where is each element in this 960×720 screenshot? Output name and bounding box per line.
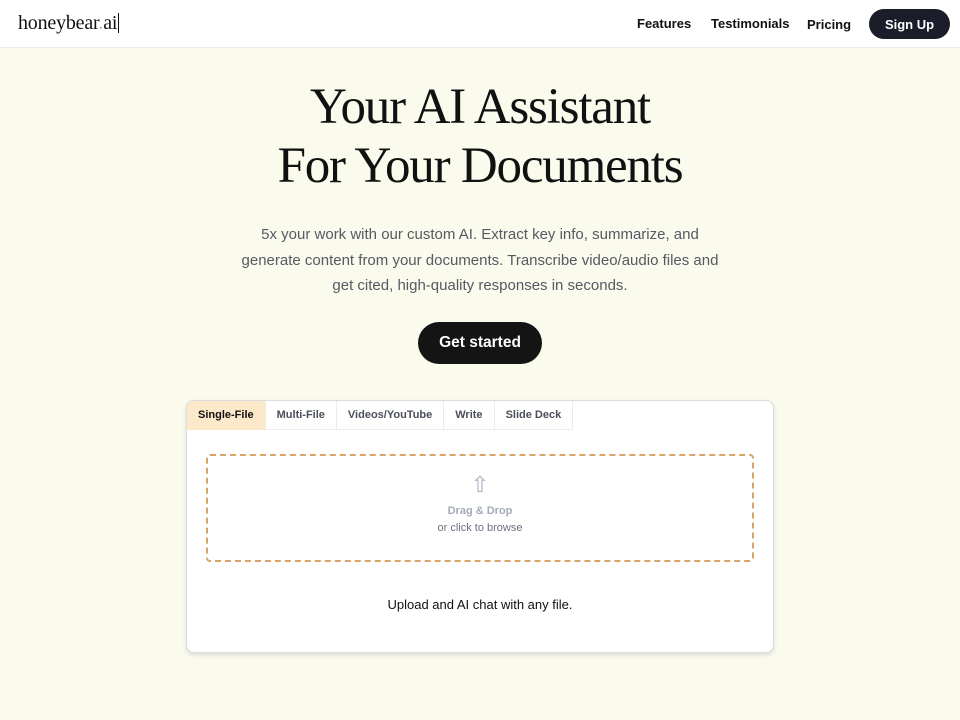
get-started-button[interactable]: Get started — [418, 322, 542, 364]
tab-single-file[interactable]: Single-File — [187, 401, 266, 430]
tab-slide-deck[interactable]: Slide Deck — [494, 401, 574, 430]
upload-arrow-icon: ⇧ — [470, 472, 490, 497]
hero-title-line-2: For Your Documents — [277, 138, 684, 194]
browse-hint: or click to browse — [437, 522, 523, 534]
logo-tld: ai — [103, 12, 118, 34]
upload-card: Single-File Multi-File Videos/YouTube Wr… — [186, 400, 774, 653]
nav-link-features[interactable]: Features — [637, 16, 691, 31]
sign-up-button[interactable]: Sign Up — [869, 9, 950, 39]
hero-subtitle: 5x your work with our custom AI. Extract… — [241, 226, 719, 294]
logo-name: honeybear — [18, 12, 99, 34]
upload-caption: Upload and AI chat with any file. — [387, 597, 573, 612]
hero-title-line-1: Your AI Assistant — [309, 79, 651, 135]
upload-mode-tabs: Single-File Multi-File Videos/YouTube Wr… — [187, 401, 574, 430]
nav-link-testimonials[interactable]: Testimonials — [711, 16, 790, 31]
nav-link-pricing[interactable]: Pricing — [807, 17, 851, 32]
tab-write[interactable]: Write — [444, 401, 495, 430]
logo[interactable]: honeybear.ai — [18, 12, 120, 35]
drag-drop-label: Drag & Drop — [447, 505, 513, 517]
top-navbar: honeybear.ai Features Testimonials Prici… — [0, 0, 960, 48]
tab-multi-file[interactable]: Multi-File — [265, 401, 337, 430]
file-dropzone[interactable]: ⇧ Drag & Drop or click to browse — [206, 454, 754, 562]
text-cursor — [118, 13, 120, 33]
hero-title: Your AI Assistant For Your Documents — [0, 78, 960, 196]
tab-videos-youtube[interactable]: Videos/YouTube — [336, 401, 445, 430]
